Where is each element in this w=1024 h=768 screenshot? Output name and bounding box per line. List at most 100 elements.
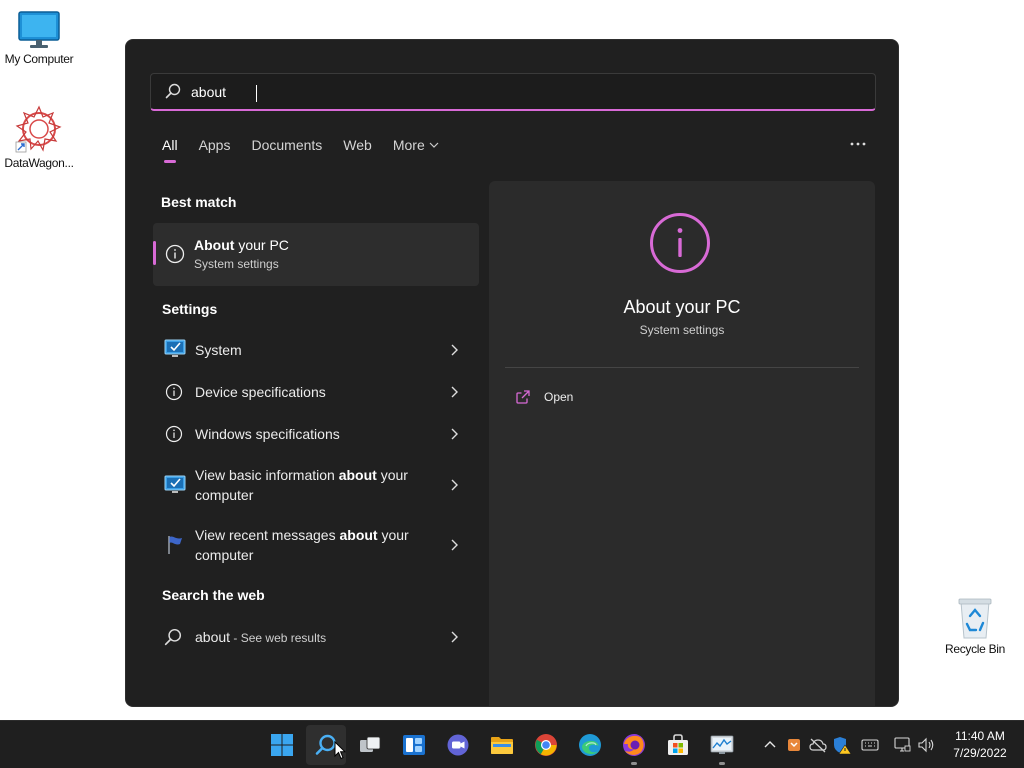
system-monitor-icon bbox=[164, 339, 186, 357]
taskbar-widgets-button[interactable] bbox=[394, 725, 434, 765]
flag-icon bbox=[168, 536, 182, 554]
clock-time: 11:40 AM bbox=[955, 729, 1005, 743]
search-icon bbox=[164, 628, 182, 646]
filter-tabs: All Apps Documents Web More bbox=[162, 137, 460, 163]
info-icon bbox=[650, 213, 710, 273]
store-bag-icon bbox=[668, 734, 688, 755]
preview-pane: About your PC System settings Open bbox=[489, 181, 875, 706]
tab-all[interactable]: All bbox=[162, 137, 178, 163]
task-view-icon bbox=[360, 736, 381, 752]
taskbar-edge-button[interactable] bbox=[570, 725, 610, 765]
system-monitor-icon bbox=[164, 475, 186, 493]
taskbar-file-explorer-button[interactable] bbox=[482, 725, 522, 765]
tab-label: Apps bbox=[198, 137, 231, 153]
taskbar-task-view-button[interactable] bbox=[350, 725, 390, 765]
taskbar-chat-button[interactable] bbox=[438, 725, 478, 765]
network-monitor-icon bbox=[894, 737, 911, 752]
tray-badge-icon bbox=[788, 739, 800, 751]
chat-video-icon bbox=[447, 734, 469, 756]
tray-security-icon[interactable] bbox=[832, 735, 852, 755]
search-box[interactable] bbox=[150, 73, 876, 111]
monitor-icon bbox=[18, 11, 60, 48]
info-icon bbox=[165, 383, 183, 401]
settings-item-windows-specifications[interactable]: Windows specifications bbox=[153, 423, 479, 445]
taskbar-firefox-button[interactable] bbox=[614, 725, 654, 765]
preview-subtitle: System settings bbox=[639, 323, 725, 337]
tab-web[interactable]: Web bbox=[343, 137, 372, 161]
best-match-about-your-pc[interactable]: About your PC System settings bbox=[153, 223, 479, 286]
item-label: about - See web results bbox=[195, 629, 327, 645]
chrome-logo-icon bbox=[535, 734, 557, 756]
running-indicator bbox=[631, 762, 637, 765]
show-hidden-icons-button[interactable] bbox=[760, 735, 780, 755]
settings-heading: Settings bbox=[162, 301, 218, 317]
chevron-right-icon bbox=[451, 631, 458, 643]
tray-keyboard-icon[interactable] bbox=[860, 735, 880, 755]
windows-logo-icon bbox=[271, 734, 293, 756]
tab-more[interactable]: More bbox=[393, 137, 439, 161]
preview-divider bbox=[505, 367, 859, 368]
mouse-pointer-icon bbox=[334, 741, 346, 760]
tab-label: Documents bbox=[251, 137, 323, 153]
desktop-icon-recycle-bin[interactable]: Recycle Bin bbox=[935, 596, 1015, 656]
search-input[interactable] bbox=[191, 79, 791, 105]
chevron-right-icon bbox=[451, 539, 458, 551]
web-search-result[interactable]: about - See web results bbox=[153, 626, 479, 648]
chevron-right-icon bbox=[451, 479, 458, 491]
desktop-icon-label: My Computer bbox=[4, 52, 74, 66]
result-title: About your PC bbox=[194, 237, 289, 253]
open-label: Open bbox=[544, 390, 574, 404]
selection-accent bbox=[153, 241, 156, 265]
settings-item-view-basic-information[interactable]: View basic information about your comput… bbox=[153, 465, 479, 507]
tab-label: All bbox=[162, 137, 178, 153]
datawagon-logo-icon bbox=[15, 105, 62, 153]
tray-network-icon[interactable] bbox=[892, 735, 912, 755]
chevron-down-icon bbox=[429, 142, 439, 148]
more-options-button[interactable] bbox=[846, 132, 870, 152]
desktop-icon-my-computer[interactable]: My Computer bbox=[0, 10, 79, 66]
desktop-icon-label: DataWagon... bbox=[4, 156, 74, 170]
taskbar-start-button[interactable] bbox=[262, 725, 302, 765]
ellipsis-icon bbox=[850, 142, 866, 146]
chevron-right-icon bbox=[451, 344, 458, 356]
result-subtitle: System settings bbox=[194, 257, 279, 271]
taskbar-chrome-button[interactable] bbox=[526, 725, 566, 765]
cloud-offline-icon bbox=[809, 738, 827, 753]
item-label: Device specifications bbox=[195, 384, 326, 400]
item-label: View recent messages about your computer bbox=[195, 527, 409, 563]
edge-logo-icon bbox=[579, 734, 601, 756]
desktop-icon-label: Recycle Bin bbox=[944, 642, 1006, 656]
tray-app-icon[interactable] bbox=[784, 735, 804, 755]
shield-warning-icon bbox=[834, 737, 852, 755]
widgets-icon bbox=[403, 735, 425, 755]
folder-icon bbox=[491, 737, 513, 754]
tab-documents[interactable]: Documents bbox=[251, 137, 322, 161]
chevron-right-icon bbox=[451, 428, 458, 440]
best-match-heading: Best match bbox=[161, 194, 237, 210]
info-icon bbox=[165, 425, 183, 443]
item-label: Windows specifications bbox=[195, 426, 340, 442]
recycle-bin-icon bbox=[958, 598, 992, 639]
tray-network-offline-icon[interactable] bbox=[808, 735, 828, 755]
settings-item-device-specifications[interactable]: Device specifications bbox=[153, 381, 479, 403]
tab-apps[interactable]: Apps bbox=[199, 137, 231, 161]
item-label: View basic information about your comput… bbox=[195, 467, 408, 503]
tab-label: Web bbox=[343, 137, 372, 153]
taskbar: 11:40 AM 7/29/2022 bbox=[0, 720, 1024, 768]
chevron-up-icon bbox=[764, 741, 776, 748]
search-icon bbox=[165, 83, 181, 99]
taskbar-resource-monitor-button[interactable] bbox=[702, 725, 742, 765]
running-indicator bbox=[719, 762, 725, 765]
desktop-icon-datawagon[interactable]: DataWagon... bbox=[0, 104, 79, 170]
tray-volume-icon[interactable] bbox=[916, 735, 936, 755]
preview-title: About your PC bbox=[623, 297, 741, 317]
keyboard-icon bbox=[861, 739, 879, 751]
taskbar-store-button[interactable] bbox=[658, 725, 698, 765]
speaker-icon bbox=[918, 737, 934, 753]
taskbar-clock[interactable]: 11:40 AM 7/29/2022 bbox=[944, 728, 1016, 762]
chevron-right-icon bbox=[451, 386, 458, 398]
start-search-panel: All Apps Documents Web More Best match A… bbox=[125, 39, 899, 707]
clock-date: 7/29/2022 bbox=[953, 746, 1007, 760]
settings-item-view-recent-messages[interactable]: View recent messages about your computer bbox=[153, 525, 479, 567]
settings-item-system[interactable]: System bbox=[153, 339, 479, 361]
